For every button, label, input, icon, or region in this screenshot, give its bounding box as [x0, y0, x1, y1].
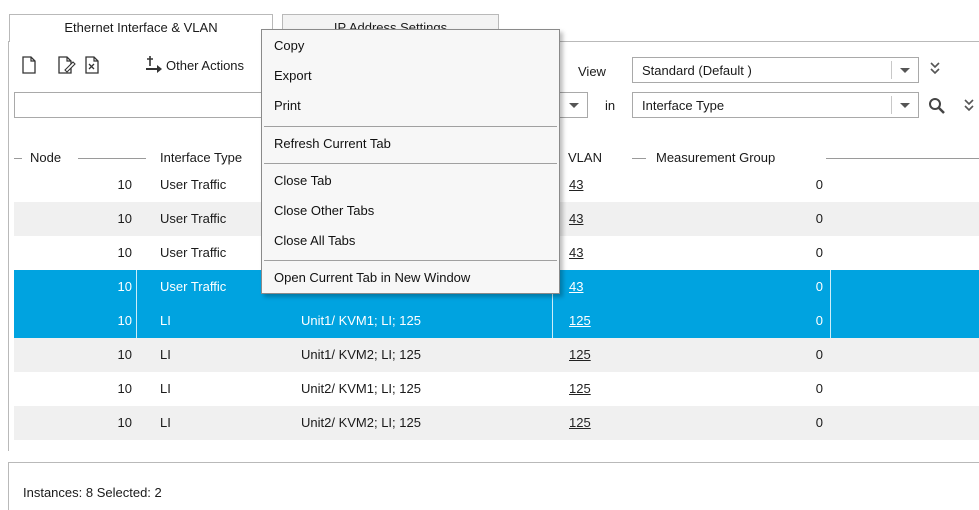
menu-separator — [264, 126, 557, 127]
panel-left-border — [8, 41, 9, 451]
instances-status: Instances: 8 Selected: 2 — [23, 485, 162, 500]
cell-measurement-group: 0 — [815, 415, 823, 430]
table-row[interactable]: 10 LI Unit2/ KVM2; LI; 125 125 0 — [14, 406, 979, 440]
menu-separator — [264, 163, 557, 164]
menu-item-copy[interactable]: Copy — [274, 38, 304, 53]
column-header-measurement-group[interactable]: Measurement Group — [652, 150, 780, 165]
chevron-down-icon — [900, 68, 910, 73]
column-header-vlan[interactable]: VLAN — [564, 150, 606, 165]
header-rule — [632, 158, 646, 159]
column-header-interface-type[interactable]: Interface Type — [156, 150, 247, 165]
menu-item-print[interactable]: Print — [274, 98, 301, 113]
menu-item-export[interactable]: Export — [274, 68, 312, 83]
table-row[interactable]: 10 LI Unit1/ KVM1; LI; 125 125 0 — [14, 304, 979, 338]
header-rule — [826, 158, 979, 159]
delete-icon[interactable] — [82, 54, 102, 76]
header-rule — [78, 158, 146, 159]
context-menu: Copy Export Print Refresh Current Tab Cl… — [261, 29, 560, 294]
tab-label: Ethernet Interface & VLAN — [64, 20, 218, 35]
menu-item-refresh-current-tab[interactable]: Refresh Current Tab — [274, 136, 391, 151]
new-icon[interactable] — [19, 54, 39, 76]
chevron-down-icon[interactable] — [569, 103, 579, 108]
edit-icon[interactable] — [56, 54, 76, 76]
chevron-down-icon — [900, 103, 910, 108]
move-icon[interactable] — [144, 54, 164, 76]
tab-ethernet-interface-vlan[interactable]: Ethernet Interface & VLAN — [9, 14, 273, 42]
in-label: in — [605, 98, 616, 113]
header-rule — [14, 158, 22, 159]
filter-field-select[interactable]: Interface Type — [632, 92, 919, 118]
menu-item-open-in-new-window[interactable]: Open Current Tab in New Window — [274, 270, 470, 285]
cell-measurement-group: 0 — [815, 313, 823, 328]
table-row[interactable]: 10 LI Unit2/ KVM1; LI; 125 125 0 — [14, 372, 979, 406]
menu-separator — [264, 260, 557, 261]
search-icon[interactable] — [928, 97, 946, 115]
menu-item-close-all-tabs[interactable]: Close All Tabs — [274, 233, 355, 248]
cell-measurement-group: 0 — [815, 381, 823, 396]
expand-double-chevron-icon[interactable] — [928, 60, 942, 78]
column-header-node[interactable]: Node — [26, 150, 66, 165]
other-actions-button[interactable]: Other Actions — [166, 58, 244, 73]
more-options-icon[interactable] — [962, 97, 976, 115]
view-label: View — [578, 64, 606, 79]
view-select[interactable]: Standard (Default ) — [632, 57, 919, 83]
menu-item-close-tab[interactable]: Close Tab — [274, 173, 332, 188]
table-row[interactable]: 10 LI Unit1/ KVM2; LI; 125 125 0 — [14, 338, 979, 372]
cell-measurement-group: 0 — [815, 347, 823, 362]
menu-item-close-other-tabs[interactable]: Close Other Tabs — [274, 203, 374, 218]
status-bar: Instances: 8 Selected: 2 — [8, 462, 979, 510]
